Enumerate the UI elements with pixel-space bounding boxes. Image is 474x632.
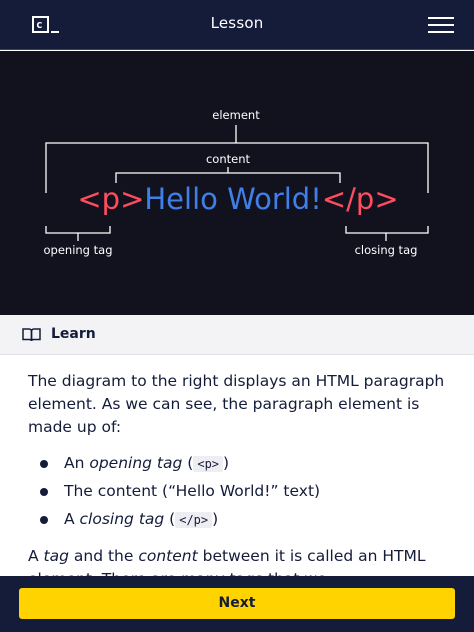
list-item-closing-tag: A closing tag (</p>) [28,505,448,533]
code-line: <p>Hello World!</p> [77,182,398,216]
label-element: element [212,108,260,122]
bullet-prefix: An [64,454,90,472]
diagram-svg: element content <p>Hello World!</p> open… [44,108,429,257]
code-close-tag: </p> [175,512,213,528]
html-element-diagram: element content <p>Hello World!</p> open… [0,51,474,315]
bullet-paren-open: ( [182,454,194,472]
book-icon [22,328,41,342]
learn-section-header: Learn [0,315,474,355]
label-content: content [206,152,251,166]
bullet-paren-close: ) [223,454,230,472]
bullet-dot [40,460,48,468]
open-tag-text: <p> [77,182,144,216]
page-title: Lesson [210,14,264,32]
closing-tag-bracket [345,226,429,241]
next-button[interactable]: Next [19,588,455,619]
opening-tag-bracket [45,226,111,241]
list-item-opening-tag: An opening tag (<p>) [28,449,448,477]
bullet-text: The content (“Hello World!” text) [64,482,321,500]
element-parts-list: An opening tag (<p>) The content (“Hello… [28,449,448,533]
bullet-emphasis: closing tag [79,510,165,528]
hello-world-text: Hello World! [144,182,321,216]
label-closing-tag: closing tag [355,243,418,257]
learn-label: Learn [51,326,96,342]
para2-text-a: A [28,547,44,565]
bullet-dot [40,516,48,524]
top-bar: c Lesson [0,0,474,50]
content-bracket [115,167,341,183]
hamburger-menu-icon[interactable] [428,17,454,33]
intro-paragraph: The diagram to the right displays an HTM… [28,372,445,436]
label-opening-tag: opening tag [44,243,113,257]
bullet-emphasis: opening tag [89,454,183,472]
bullet-paren-close: ) [212,510,219,528]
code-open-tag: <p> [193,456,224,472]
bullet-dot [40,488,48,496]
footer-bar: Next [0,576,474,632]
lesson-content: The diagram to the right displays an HTM… [28,370,448,591]
close-tag-text: </p> [322,182,399,216]
para2-emphasis-tag: tag [43,547,69,565]
bullet-paren-open: ( [164,510,176,528]
list-item-content: The content (“Hello World!” text) [28,477,448,505]
para2-text-b: and the [68,547,139,565]
bullet-prefix: A [64,510,80,528]
para2-emphasis-content: content [138,547,198,565]
